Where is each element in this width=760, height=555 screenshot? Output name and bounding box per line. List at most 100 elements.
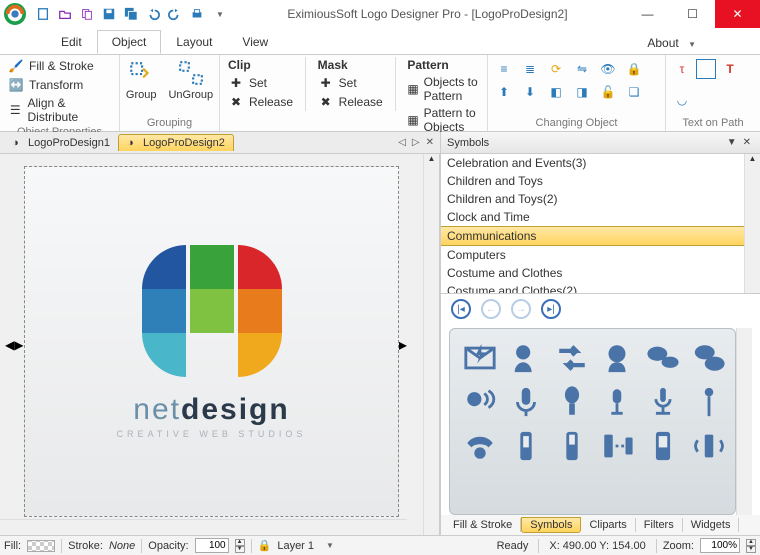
- fill-swatch[interactable]: [27, 540, 55, 552]
- layer-dropdown-icon[interactable]: ▼: [326, 541, 334, 550]
- nav-first-icon[interactable]: |◂: [451, 299, 471, 319]
- symbol-microphone-icon[interactable]: [504, 381, 548, 423]
- symbol-mobile-icon[interactable]: [504, 425, 548, 467]
- eye-icon[interactable]: 👁: [598, 59, 618, 79]
- symbol-mic-stand-icon[interactable]: [595, 381, 639, 423]
- symbol-mic-desk-icon[interactable]: [641, 381, 685, 423]
- symbol-mobile-3-icon[interactable]: [641, 425, 685, 467]
- zoom-stepper[interactable]: ▲▼: [746, 539, 756, 553]
- category-item[interactable]: Computers: [441, 246, 744, 264]
- symbol-rotary-phone-icon[interactable]: [458, 425, 502, 467]
- align-distribute-button[interactable]: ☰Align & Distribute: [6, 95, 113, 125]
- align-left-icon[interactable]: ≡: [494, 59, 514, 79]
- nav-prev-icon[interactable]: ←: [481, 299, 501, 319]
- qat-saveall-icon[interactable]: [122, 5, 140, 23]
- panel-tab-filters[interactable]: Filters: [636, 518, 683, 532]
- qat-new-icon[interactable]: [34, 5, 52, 23]
- panel-menu-icon[interactable]: ▼: [724, 137, 740, 148]
- symbol-mobile-signal-icon[interactable]: [595, 425, 639, 467]
- resize-handle-left[interactable]: ◀▶: [5, 338, 23, 352]
- dup-icon[interactable]: ❏: [624, 82, 644, 102]
- flip-icon[interactable]: ⇋: [572, 59, 592, 79]
- layer-name[interactable]: Layer 1: [277, 540, 314, 552]
- pattern-to-objects-button[interactable]: ▦Pattern to Objects: [405, 105, 481, 135]
- group-button[interactable]: Group: [122, 57, 161, 103]
- mask-set-button[interactable]: ✚Set: [316, 74, 385, 92]
- unlock-icon[interactable]: 🔓: [598, 82, 618, 102]
- objects-to-pattern-button[interactable]: ▦Objects to Pattern: [405, 74, 481, 104]
- close-button[interactable]: ✕: [715, 0, 760, 28]
- text-curve-icon[interactable]: ◡: [672, 90, 692, 110]
- category-item[interactable]: Celebration and Events(3): [441, 154, 744, 172]
- tabs-next-icon[interactable]: ▷: [410, 137, 422, 148]
- category-item[interactable]: Children and Toys(2): [441, 190, 744, 208]
- back-icon[interactable]: ◨: [572, 82, 592, 102]
- menu-about[interactable]: About ▼: [637, 32, 712, 54]
- align-center-icon[interactable]: ≣: [520, 59, 540, 79]
- ungroup-button[interactable]: UnGroup: [164, 57, 217, 103]
- scroll-up-icon[interactable]: ▲: [424, 154, 439, 170]
- doc-tab[interactable]: ◑LogoProDesign1: [4, 135, 118, 151]
- stroke-value[interactable]: None: [109, 540, 135, 552]
- menu-view[interactable]: View: [227, 30, 283, 54]
- symbol-chat-bubbles-2-icon[interactable]: [687, 337, 731, 379]
- symbol-speaking-icon[interactable]: [458, 381, 502, 423]
- canvas-page[interactable]: netdesign CREATIVE WEB STUDIOS: [24, 166, 399, 517]
- doc-tab[interactable]: ◑LogoProDesign2: [118, 134, 234, 151]
- opacity-stepper[interactable]: ▲▼: [235, 539, 245, 553]
- category-item[interactable]: Clock and Time: [441, 208, 744, 226]
- vertical-scrollbar[interactable]: ▲: [423, 154, 439, 535]
- panel-tab-symbols[interactable]: Symbols: [521, 517, 581, 533]
- symbol-chat-bubbles-icon[interactable]: [641, 337, 685, 379]
- layer-down-icon[interactable]: ⬇: [520, 82, 540, 102]
- menu-edit[interactable]: Edit: [46, 30, 97, 54]
- tabs-close-icon[interactable]: ✕: [424, 137, 436, 148]
- canvas-viewport[interactable]: ◀▶ ◀▶: [0, 154, 423, 535]
- symbol-arrows-exchange-icon[interactable]: [550, 337, 594, 379]
- panel-close-icon[interactable]: ✕: [740, 137, 754, 148]
- transform-button[interactable]: ↔️Transform: [6, 76, 113, 94]
- qat-save-icon[interactable]: [100, 5, 118, 23]
- symbol-mobile-2-icon[interactable]: [550, 425, 594, 467]
- category-item[interactable]: Children and Toys: [441, 172, 744, 190]
- symbol-head-icon[interactable]: [595, 337, 639, 379]
- layer-up-icon[interactable]: ⬆: [494, 82, 514, 102]
- clip-set-button[interactable]: ✚Set: [226, 74, 295, 92]
- minimize-button[interactable]: —: [625, 0, 670, 28]
- text-path-icon[interactable]: τ: [672, 59, 692, 79]
- layer-lock-icon[interactable]: 🔒: [258, 539, 272, 552]
- horizontal-scrollbar[interactable]: [0, 519, 407, 535]
- text-vertical-icon[interactable]: [696, 59, 716, 79]
- menu-object[interactable]: Object: [97, 30, 162, 54]
- rotate-icon[interactable]: ⟳: [546, 59, 566, 79]
- lock-icon[interactable]: 🔒: [624, 59, 644, 79]
- mask-release-button[interactable]: ✖Release: [316, 93, 385, 111]
- category-item[interactable]: Costume and Clothes: [441, 264, 744, 282]
- clip-release-button[interactable]: ✖Release: [226, 93, 295, 111]
- symbol-mobile-signal-2-icon[interactable]: [687, 425, 731, 467]
- symbol-caller-icon[interactable]: [504, 337, 548, 379]
- category-item[interactable]: Costume and Clothes(2): [441, 282, 744, 294]
- symbol-envelope-bolt-icon[interactable]: [458, 337, 502, 379]
- symbol-scrollbar[interactable]: [736, 328, 752, 515]
- symbol-mic-thin-icon[interactable]: [687, 381, 731, 423]
- fill-stroke-button[interactable]: 🖌️Fill & Stroke: [6, 57, 113, 75]
- qat-dropdown-icon[interactable]: ▼: [216, 10, 224, 19]
- qat-copy-icon[interactable]: [78, 5, 96, 23]
- panel-tab-widgets[interactable]: Widgets: [683, 518, 740, 532]
- tabs-prev-icon[interactable]: ◁: [396, 137, 408, 148]
- front-icon[interactable]: ◧: [546, 82, 566, 102]
- panel-tab-fill-stroke[interactable]: Fill & Stroke: [445, 518, 521, 532]
- text-icon[interactable]: T: [720, 59, 740, 79]
- zoom-input[interactable]: [700, 538, 740, 553]
- menu-layout[interactable]: Layout: [161, 30, 227, 54]
- qat-undo-icon[interactable]: [144, 5, 162, 23]
- category-scrollbar[interactable]: ▲: [744, 154, 760, 293]
- maximize-button[interactable]: ☐: [670, 0, 715, 28]
- nav-next-icon[interactable]: →: [511, 299, 531, 319]
- qat-print-icon[interactable]: [188, 5, 206, 23]
- nav-last-icon[interactable]: ▸|: [541, 299, 561, 319]
- opacity-input[interactable]: [195, 538, 229, 553]
- qat-redo-icon[interactable]: [166, 5, 184, 23]
- panel-tab-cliparts[interactable]: Cliparts: [581, 518, 635, 532]
